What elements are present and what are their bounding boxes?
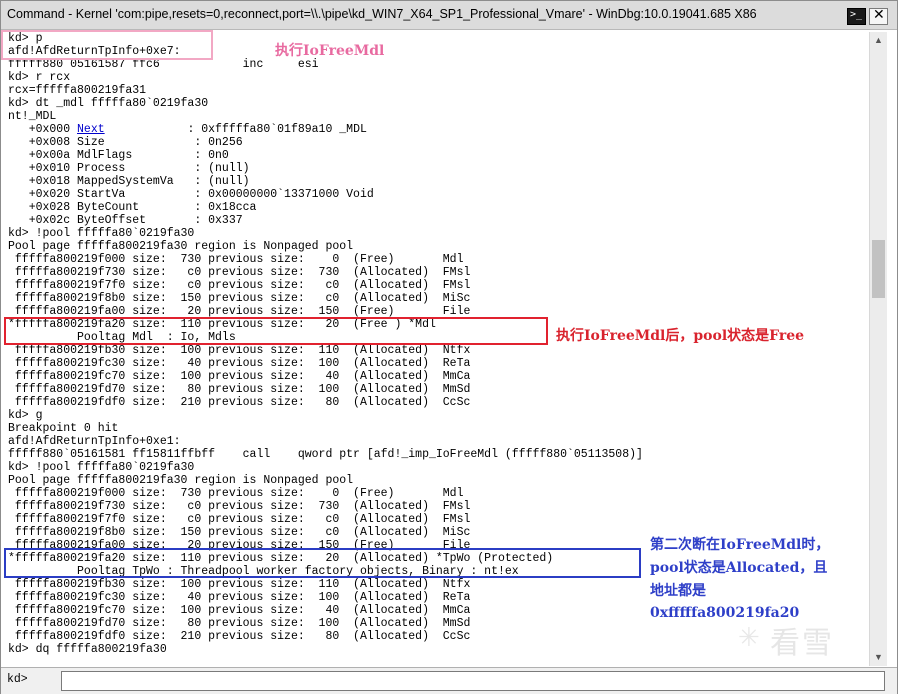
output-line: fffffa800219f8b0 size: 150 previous size… bbox=[8, 292, 471, 305]
output-line-prefix: +0x000 bbox=[8, 123, 78, 136]
scrollbar-thumb[interactable] bbox=[872, 240, 885, 298]
output-line: kd> dt _mdl fffffa80`0219fa30 bbox=[8, 97, 209, 110]
close-button[interactable]: ✕ bbox=[869, 7, 888, 25]
output-line: Pool page fffffa800219fa30 region is Non… bbox=[8, 474, 354, 487]
output-line: fffff880`05161581 ff15811ffbff call qwor… bbox=[8, 448, 643, 461]
output-line: fffffa800219f000 size: 730 previous size… bbox=[8, 487, 464, 500]
output-line: fffffa800219fc30 size: 40 previous size:… bbox=[8, 357, 471, 370]
windbg-command-window: Command - Kernel 'com:pipe,resets=0,reco… bbox=[0, 0, 898, 694]
cmd-glyph: >_ bbox=[850, 9, 863, 20]
output-line: kd> !pool fffffa80`0219fa30 bbox=[8, 461, 195, 474]
output-line: fffffa800219f000 size: 730 previous size… bbox=[8, 253, 464, 266]
output-line: +0x018 MappedSystemVa : (null) bbox=[8, 175, 250, 188]
output-line: fffffa800219f730 size: c0 previous size:… bbox=[8, 500, 471, 513]
output-line: rcx=fffffa800219fa31 bbox=[8, 84, 147, 97]
scroll-up-arrow-icon[interactable]: ▲ bbox=[872, 34, 885, 47]
vertical-scrollbar[interactable]: ▲ ▼ bbox=[869, 32, 887, 666]
close-icon: ✕ bbox=[873, 7, 885, 23]
snowflake-icon: ✳ bbox=[738, 622, 760, 652]
output-line: kd> g bbox=[8, 409, 43, 422]
watermark-text: 看雪 bbox=[770, 626, 834, 661]
output-line: kd> r rcx bbox=[8, 71, 71, 84]
output-line: Breakpoint 0 hit bbox=[8, 422, 119, 435]
annotation-second-break-line-3: 地址都是 bbox=[650, 583, 706, 599]
output-line: fffffa800219f730 size: c0 previous size:… bbox=[8, 266, 471, 279]
output-line: +0x000 Next : 0xfffffa80`01f89a10 _MDL bbox=[8, 123, 868, 136]
output-line: fffffa800219fd70 size: 80 previous size:… bbox=[8, 383, 471, 396]
output-line-suffix: : 0xfffffa80`01f89a10 _MDL bbox=[104, 123, 367, 136]
output-line: +0x010 Process : (null) bbox=[8, 162, 250, 175]
output-line: afd!AfdReturnTpInfo+0xe1: bbox=[8, 435, 181, 448]
output-line: fffffa800219fc70 size: 100 previous size… bbox=[8, 370, 471, 383]
command-input[interactable] bbox=[61, 671, 885, 691]
output-line: fffffa800219fdf0 size: 210 previous size… bbox=[8, 396, 471, 409]
annotation-pool-free: 执行IoFreeMdl后，pool状态是Free bbox=[556, 328, 805, 344]
highlight-box-allocated-entry bbox=[4, 548, 641, 578]
command-prompt-label: kd> bbox=[7, 673, 28, 686]
title-bar: Command - Kernel 'com:pipe,resets=0,reco… bbox=[1, 1, 897, 30]
command-bar: kd> bbox=[1, 667, 897, 694]
output-line: +0x008 Size : 0n256 bbox=[8, 136, 243, 149]
output-line: Pool page fffffa800219fa30 region is Non… bbox=[8, 240, 354, 253]
output-line: +0x00a MdlFlags : 0n0 bbox=[8, 149, 229, 162]
highlight-box-free-entry bbox=[4, 317, 548, 345]
output-line: +0x020 StartVa : 0x00000000`13371000 Voi… bbox=[8, 188, 374, 201]
output-line: fffffa800219f7f0 size: c0 previous size:… bbox=[8, 513, 471, 526]
annotation-second-break-line-1: 第二次断在IoFreeMdl时， bbox=[650, 537, 830, 553]
window-title: Command - Kernel 'com:pipe,resets=0,reco… bbox=[7, 7, 757, 21]
output-line: +0x02c ByteOffset : 0x337 bbox=[8, 214, 243, 227]
annotation-second-break-line-2: pool状态是Allocated，且 bbox=[650, 560, 828, 576]
output-line: fffffa800219fb30 size: 100 previous size… bbox=[8, 344, 471, 357]
highlight-box-afd-step bbox=[1, 30, 213, 60]
output-line: fffffa800219f7f0 size: c0 previous size:… bbox=[8, 279, 471, 292]
output-line: +0x028 ByteCount : 0x18cca bbox=[8, 201, 257, 214]
command-prompt-icon[interactable]: >_ bbox=[847, 8, 866, 25]
field-link-next[interactable]: Next bbox=[77, 123, 105, 136]
scroll-down-arrow-icon[interactable]: ▼ bbox=[872, 651, 885, 664]
output-line: nt!_MDL bbox=[8, 110, 57, 123]
output-line: kd> !pool fffffa80`0219fa30 bbox=[8, 227, 195, 240]
annotation-iofreemdl: 执行IoFreeMdl bbox=[275, 43, 385, 59]
